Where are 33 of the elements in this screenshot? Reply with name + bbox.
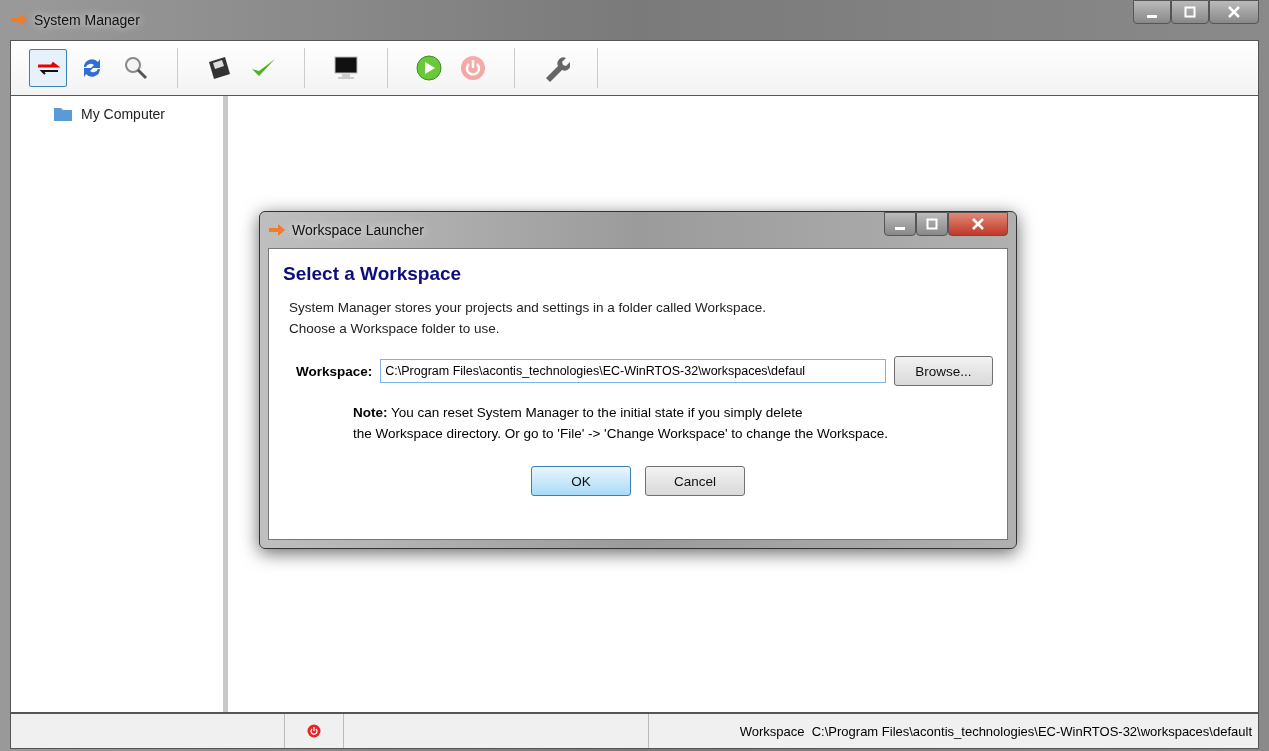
maximize-button[interactable]: [916, 212, 948, 236]
intro-text: System Manager stores your projects and settings in a folder called Workspace. Choose a Workspace folder to use.: [288, 299, 767, 338]
monitor-icon: [332, 54, 360, 82]
close-icon: [1228, 6, 1240, 18]
dialog-heading: Select a Workspace: [283, 263, 463, 285]
close-icon: [972, 218, 984, 230]
minimize-icon: [1147, 14, 1157, 18]
search-icon: [122, 54, 150, 82]
dialog-button[interactable]: Cancel: [645, 466, 745, 496]
power-icon: [307, 724, 321, 738]
dialog-button[interactable]: OK: [531, 466, 631, 496]
minimize-button[interactable]: [884, 212, 916, 236]
minimize-button[interactable]: [1133, 0, 1171, 24]
status-text: Workspace C:\Program Files\acontis_technologies\EC-WinRTOS-32\workspaces\default: [739, 723, 1253, 739]
toolbar-button[interactable]: [29, 49, 67, 87]
dialog-title: Workspace Launcher: [292, 222, 425, 238]
maximize-button[interactable]: [1171, 0, 1209, 24]
app-arrow-icon: [268, 223, 286, 237]
power-icon: [459, 54, 487, 82]
tree-item[interactable]: My Computer: [81, 106, 166, 122]
workspace-field[interactable]: C:\Program Files\acontis_technologies\EC-WinRTOS-32\workspaces\defaul: [380, 359, 886, 383]
note-text: Note: You can reset System Manager to the initial state if you simply delete the Workspace directory. Or go to 'File' -> 'Change Workspace' to change the Workspace.: [352, 404, 889, 443]
field-label: Workspace:: [296, 363, 373, 379]
app-arrow-icon: [10, 13, 28, 27]
minimize-icon: [895, 226, 905, 230]
window-title: System Manager: [34, 12, 140, 28]
close-button[interactable]: [948, 212, 1008, 236]
maximize-icon: [1184, 6, 1196, 18]
play-icon: [415, 54, 443, 82]
maximize-icon: [926, 218, 938, 230]
browse-button[interactable]: Browse...: [893, 356, 993, 386]
close-button[interactable]: [1209, 0, 1259, 24]
folder-icon: [53, 106, 73, 122]
